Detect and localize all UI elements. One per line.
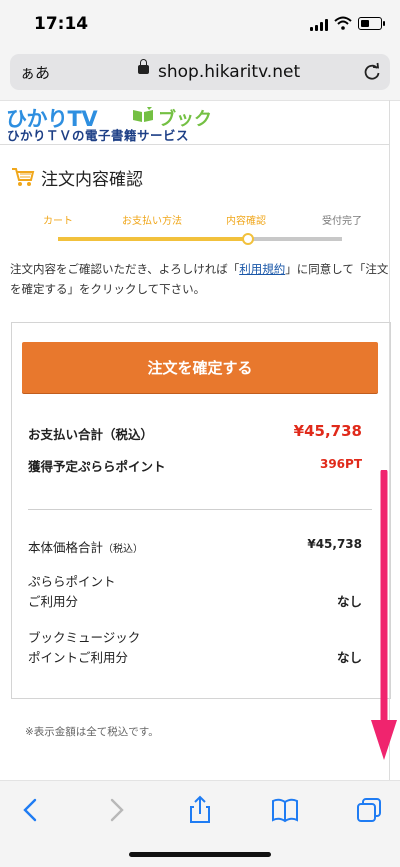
step-confirm: 内容確認	[226, 216, 266, 227]
forward-icon[interactable]	[101, 795, 131, 825]
cart-icon	[12, 168, 35, 186]
reader-options-button[interactable]: ぁあ	[20, 62, 50, 83]
site-logo[interactable]: ひかりTV ブック ひかりＴＶの電子書籍サービス	[6, 103, 216, 143]
summary-divider	[28, 509, 372, 510]
total-label: お支払い合計（税込）	[28, 427, 154, 442]
progress-remaining	[248, 237, 342, 241]
instructions-pre: 注文内容をご確認いただき、よろしければ「	[10, 262, 240, 276]
scroll-down-arrow-icon	[371, 470, 397, 760]
bookmarks-icon[interactable]	[270, 795, 300, 825]
music-points-label-1: ブックミュージック	[28, 630, 141, 645]
plala-points-label-2: ご利用分	[28, 594, 79, 609]
subtotal-tax-note: （税込）	[103, 544, 144, 555]
reload-icon[interactable]	[362, 62, 382, 82]
total-value: ¥45,738	[293, 422, 362, 440]
clock: 17:14	[34, 14, 89, 34]
tax-note: ※表示金額は全て税込です。	[25, 726, 159, 738]
lock-icon	[138, 59, 149, 74]
header-divider	[0, 144, 390, 145]
back-icon[interactable]	[16, 795, 46, 825]
plala-points-value: なし	[336, 594, 362, 609]
subtotal-label-text: 本体価格合計	[28, 540, 104, 555]
url-text[interactable]: shop.hikaritv.net	[158, 62, 300, 82]
step-complete: 受付完了	[322, 216, 362, 227]
address-bar[interactable]: ぁあ shop.hikaritv.net	[10, 54, 390, 90]
progress-current-dot	[242, 233, 254, 245]
terms-link[interactable]: 利用規約	[239, 262, 285, 276]
step-payment: お支払い方法	[122, 216, 182, 227]
browser-address-area: ぁあ shop.hikaritv.net	[0, 48, 400, 101]
points-value: 396PT	[319, 457, 362, 471]
page-title: 注文内容確認	[41, 170, 143, 190]
instructions-text: 注文内容をご確認いただき、よろしければ「利用規約」に同意して「注文を確定する」を…	[10, 259, 390, 299]
battery-icon	[358, 17, 385, 30]
book-icon	[133, 107, 153, 122]
subtotal-label: 本体価格合計（税込）	[28, 537, 143, 556]
plala-points-label-1: ぷららポイント	[28, 574, 116, 589]
music-points-value: なし	[336, 650, 362, 665]
logo-subtitle: ひかりＴＶの電子書籍サービス	[7, 128, 190, 143]
step-cart: カート	[43, 216, 73, 227]
home-indicator	[129, 852, 271, 857]
music-points-label-2: ポイントご利用分	[28, 650, 129, 665]
wifi-icon	[334, 16, 352, 30]
progress-done	[58, 237, 248, 241]
share-icon[interactable]	[185, 795, 215, 825]
confirm-order-button[interactable]: 注文を確定する	[22, 342, 378, 393]
signal-icon	[310, 18, 330, 31]
status-bar: 17:14	[0, 0, 400, 48]
tabs-icon[interactable]	[354, 795, 384, 825]
points-label: 獲得予定ぷららポイント	[28, 459, 166, 474]
subtotal-value: ¥45,738	[307, 537, 362, 551]
